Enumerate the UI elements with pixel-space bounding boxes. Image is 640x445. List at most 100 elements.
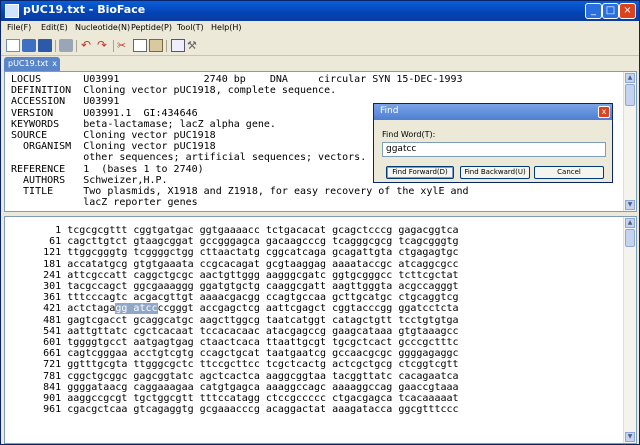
annotation-line: TITLE Two plasmids, X1918 and Z1918, for…: [11, 186, 469, 198]
sequence-listing: 1 tcgcgcgttt cggtgatgac ggtgaaaacc tctga…: [13, 225, 459, 415]
minimize-button[interactable]: _: [585, 3, 602, 19]
find-icon[interactable]: [171, 39, 185, 52]
sequence-position: 61: [13, 236, 68, 248]
scroll-down-icon[interactable]: ▼: [625, 200, 635, 210]
menu-file[interactable]: File(F): [7, 23, 31, 32]
sequence-bases: cggctgcggc gagcggtatc agctcactca aaggcgg…: [67, 370, 459, 382]
sequence-row: 541 aattgttatc cgctcacaat tccacacaac ata…: [13, 326, 459, 337]
app-icon: [5, 4, 19, 18]
sequence-bases: cgacgctcaa gtcagaggtg gcgaaacccg acaggac…: [67, 404, 459, 416]
sequence-row: 241 attcgccatt caggctgcgc aactgttggg aag…: [13, 270, 459, 281]
sequence-row: 841 ggggataacg caggaaagaa catgtgagca aaa…: [13, 382, 459, 393]
sequence-row: 961 cgacgctcaa gtcagaggtg gcgaaacccg aca…: [13, 404, 459, 415]
sequence-row: 61 cagcttgtct gtaagcggat gccgggagca gaca…: [13, 236, 459, 247]
header-scrollbar[interactable]: ▲ ▼: [623, 72, 636, 211]
save-disk-icon[interactable]: [38, 39, 52, 52]
sequence-row: 721 ggtttgcgta ttgggcgctc ttccgcttcc tcg…: [13, 359, 459, 370]
sequence-row: 601 tggggtgcct aatgagtgag ctaactcaca tta…: [13, 337, 459, 348]
document-tabs: pUC19.txt x: [1, 56, 639, 71]
sequence-position: 841: [13, 381, 68, 393]
menu-bar: File(F) Edit(E) Nucleotide(N) Peptide(P)…: [1, 21, 639, 36]
undo-icon[interactable]: ↶: [81, 39, 95, 52]
sequence-row: 181 accatatgcg gtgtgaaata ccgcacagat gcg…: [13, 259, 459, 270]
scroll-thumb[interactable]: [625, 229, 635, 247]
menu-nucleotide[interactable]: Nucleotide(N): [75, 23, 130, 32]
find-dialog: Find x Find Word(T): ggatcc Find Forward…: [373, 103, 613, 183]
sequence-position: 481: [13, 314, 68, 326]
sequence-bases: tcgcgcgttt cggtgatgac ggtgaaaacc tctgaca…: [67, 225, 459, 236]
sequence-position: 181: [13, 258, 68, 270]
cut-icon[interactable]: ✂: [117, 39, 131, 52]
sequence-position: 781: [13, 370, 68, 382]
search-match-highlight: gg atcc: [115, 303, 158, 315]
sequence-bases: tttcccagtc acgacgttgt aaaacgacgg ccagtgc…: [67, 292, 459, 304]
annotation-line: DEFINITION Cloning vector pUC1918, compl…: [11, 85, 337, 97]
paste-icon[interactable]: [149, 39, 163, 52]
sequence-row: 781 cggctgcggc gagcggtatc agctcactca aag…: [13, 371, 459, 382]
find-dialog-title: Find: [380, 106, 399, 116]
sequence-row: 421 actctagagg atccccgggt accgagctcg aat…: [13, 303, 459, 315]
redo-icon[interactable]: ↷: [97, 39, 111, 52]
sequence-bases: ggtttgcgta ttgggcgctc ttccgcttcc tcgctca…: [67, 359, 459, 371]
sequence-position: 721: [13, 359, 68, 371]
find-forward-button[interactable]: Find Forward(D): [386, 166, 454, 179]
find-backward-button[interactable]: Find Backward(U): [460, 166, 530, 179]
sequence-row: 361 tttcccagtc acgacgttgt aaaacgacgg cca…: [13, 292, 459, 303]
sequence-position: 541: [13, 325, 68, 337]
sequence-row: 121 ttggcgggtg tcggggctgg cttaactatg cgg…: [13, 247, 459, 258]
sequence-row: 481 gagtcgacct gcaggcatgc aagcttggcg taa…: [13, 315, 459, 326]
tools-wrench-icon[interactable]: ⚒: [187, 39, 201, 52]
sequence-position: 301: [13, 281, 68, 293]
menu-tool[interactable]: Tool(T): [177, 23, 204, 32]
sequence-segment: actctaga: [67, 303, 116, 315]
sequence-row: 1 tcgcgcgttt cggtgatgac ggtgaaaacc tctga…: [13, 225, 459, 236]
sequence-position: 1: [13, 225, 68, 236]
menu-peptide[interactable]: Peptide(P): [131, 23, 172, 32]
scroll-thumb[interactable]: [625, 84, 635, 106]
title-bar[interactable]: pUC19.txt - BioFace _ □ ×: [1, 1, 639, 21]
close-button[interactable]: ×: [619, 3, 636, 19]
dialog-close-icon[interactable]: x: [598, 106, 610, 118]
open-folder-icon[interactable]: [22, 39, 36, 52]
new-file-icon[interactable]: [6, 39, 20, 52]
sequence-position: 661: [13, 348, 68, 360]
find-dialog-titlebar[interactable]: Find x: [374, 104, 612, 120]
sequence-bases: gagtcgacct gcaggcatgc aagcttggcg taatcat…: [67, 314, 459, 326]
print-icon[interactable]: [59, 39, 73, 52]
sequence-bases: aaggccgcgt tgctggcgtt tttccatagg ctccgcc…: [67, 393, 459, 405]
sequence-bases: ggggataacg caggaaagaa catgtgagca aaaggcc…: [67, 381, 459, 393]
sequence-position: 961: [13, 404, 68, 416]
sequence-scrollbar[interactable]: ▲ ▼: [623, 217, 636, 443]
menu-edit[interactable]: Edit(E): [41, 23, 68, 32]
scroll-up-icon[interactable]: ▲: [625, 218, 635, 228]
sequence-row: 301 tacgccagct ggcgaaaggg ggatgtgctg caa…: [13, 281, 459, 292]
maximize-button[interactable]: □: [602, 3, 619, 19]
sequence-bases: tacgccagct ggcgaaaggg ggatgtgctg caaggcg…: [67, 281, 459, 293]
menu-help[interactable]: Help(H): [211, 23, 242, 32]
scroll-up-icon[interactable]: ▲: [625, 73, 635, 83]
toolbar: ↶ ↷ ✂ ⚒: [1, 37, 639, 56]
sequence-row: 901 aaggccgcgt tgctggcgtt tttccatagg ctc…: [13, 393, 459, 404]
sequence-row: 661 cagtcgggaa acctgtcgtg ccagctgcat taa…: [13, 348, 459, 359]
cancel-button[interactable]: Cancel: [534, 166, 604, 179]
tab-close-icon[interactable]: x: [52, 57, 57, 71]
sequence-position: 901: [13, 393, 68, 405]
copy-icon[interactable]: [133, 39, 147, 52]
sequence-bases: cagtcgggaa acctgtcgtg ccagctgcat taatgaa…: [67, 348, 459, 360]
sequence-bases: attcgccatt caggctgcgc aactgttggg aagggcg…: [67, 269, 459, 281]
sequence-position: 241: [13, 269, 68, 281]
sequence-bases: tggggtgcct aatgagtgag ctaactcaca ttaattg…: [67, 337, 459, 349]
tab-label: pUC19.txt: [8, 59, 49, 68]
sequence-bases: ttggcgggtg tcggggctgg cttaactatg cggcatc…: [67, 247, 459, 259]
sequence-position: 121: [13, 247, 68, 259]
tab-puc19[interactable]: pUC19.txt x: [4, 57, 60, 71]
sequence-bases: cagcttgtct gtaagcggat gccgggagca gacaagc…: [67, 236, 459, 248]
window-title: pUC19.txt - BioFace: [23, 3, 146, 16]
annotation-line: lacZ reporter genes: [11, 197, 198, 209]
sequence-segment: ccgggt accgagctcg aattcgagct cggtacccgg …: [157, 303, 459, 315]
sequence-pane[interactable]: 1 tcgcgcgttt cggtgatgac ggtgaaaacc tctga…: [4, 216, 637, 444]
find-word-input[interactable]: ggatcc: [382, 142, 606, 157]
scroll-down-icon[interactable]: ▼: [625, 432, 635, 442]
find-word-label: Find Word(T):: [382, 130, 436, 139]
sequence-position: 361: [13, 292, 68, 304]
